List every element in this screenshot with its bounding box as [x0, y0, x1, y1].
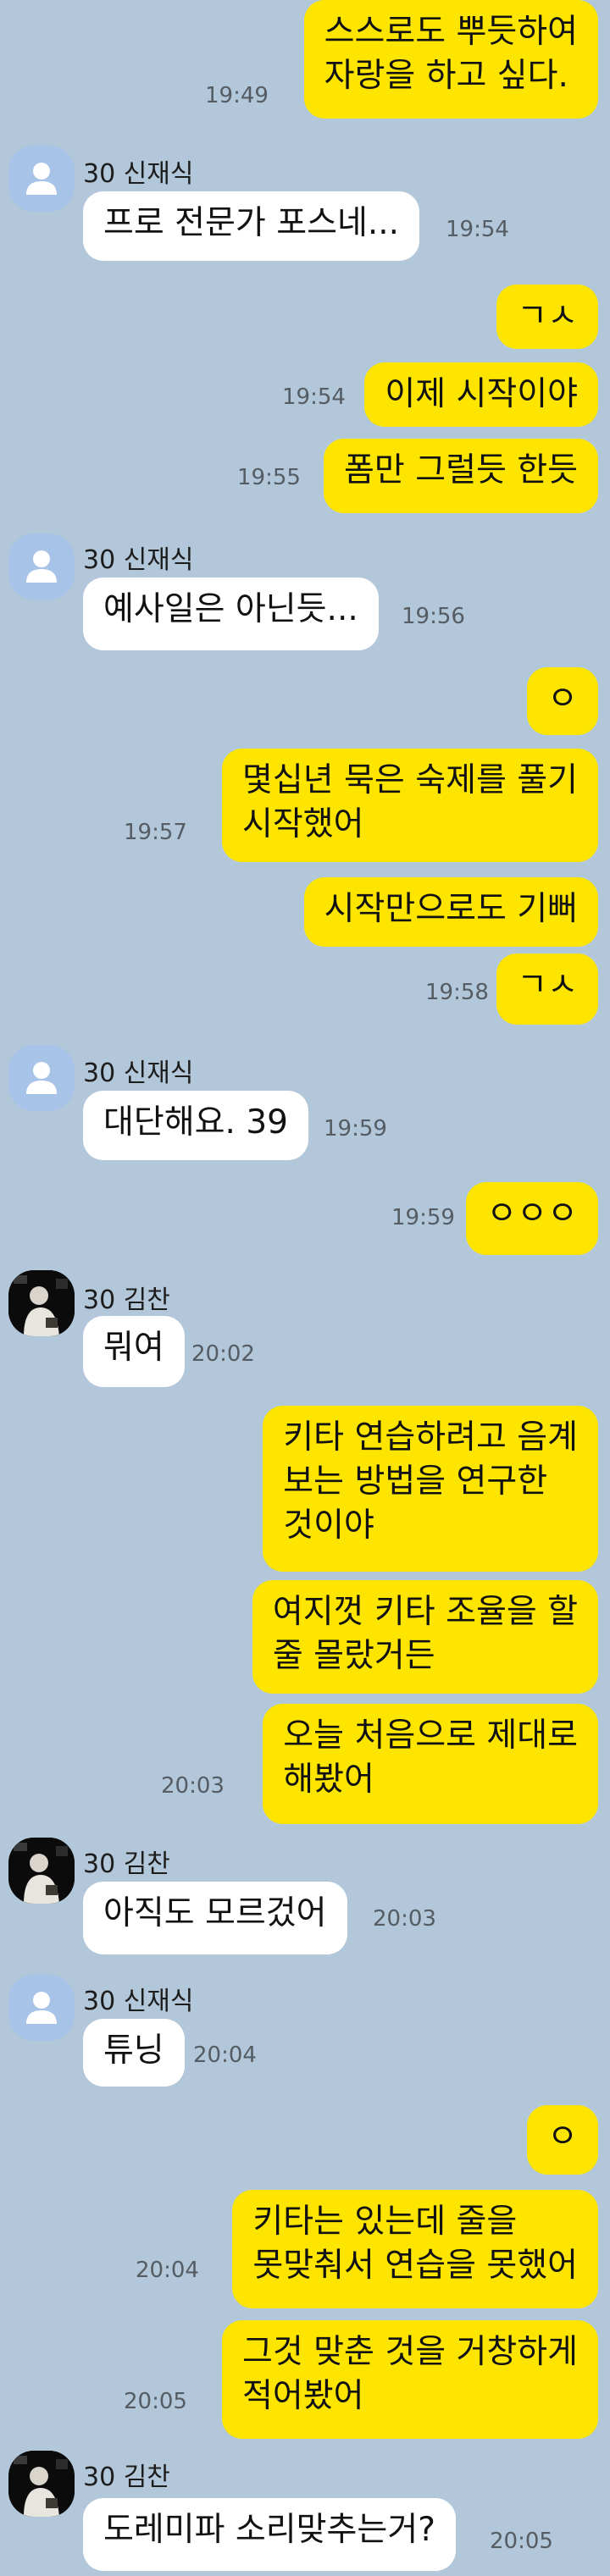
person-silhouette-icon[interactable] — [8, 1975, 75, 2041]
sender-name: 30 신재식 — [83, 1987, 194, 2016]
my-message-bubble[interactable]: 여지껏 키타 조율을 할 줄 몰랐거든 — [252, 1580, 598, 1694]
message-timestamp: 19:56 — [402, 604, 465, 629]
message-timestamp: 20:04 — [136, 2258, 199, 2283]
person-silhouette-icon[interactable] — [8, 533, 75, 600]
sender-name: 30 신재식 — [83, 545, 194, 575]
my-message-bubble[interactable]: ㅇ — [527, 667, 598, 735]
message-timestamp: 19:55 — [237, 465, 301, 490]
sender-name: 30 신재식 — [83, 159, 194, 189]
sender-name: 30 김찬 — [83, 1849, 170, 1879]
my-message-bubble[interactable]: ㄱㅅ — [496, 954, 598, 1025]
my-message-bubble[interactable]: 폼만 그럴듯 한듯 — [324, 439, 598, 513]
their-message-bubble[interactable]: 대단해요. 39 — [83, 1091, 308, 1160]
their-message-bubble[interactable]: 예사일은 아닌듯... — [83, 578, 379, 650]
message-timestamp: 20:03 — [373, 1906, 436, 1932]
my-message-bubble[interactable]: 키타 연습하려고 음계 보는 방법을 연구한 것이야 — [263, 1406, 598, 1572]
their-message-bubble[interactable]: 프로 전문가 포스네... — [83, 191, 420, 261]
chat-area[interactable]: 스스로도 뿌듯하여 자랑을 하고 싶다. 19:49 30 신재식 프로 전문가 포스… — [0, 0, 610, 2576]
person-silhouette-icon[interactable] — [8, 1045, 75, 1111]
message-timestamp: 19:59 — [391, 1205, 455, 1230]
my-message-bubble[interactable]: 키타는 있는데 줄을 못맞춰서 연습을 못했어 — [232, 2190, 598, 2308]
message-timestamp: 20:05 — [490, 2529, 553, 2554]
my-message-bubble[interactable]: 그것 맞춘 것을 거창하게 적어봤어 — [222, 2320, 598, 2439]
my-message-bubble[interactable]: ㅇ — [527, 2105, 598, 2175]
their-message-bubble[interactable]: 아직도 모르겄어 — [83, 1882, 347, 1954]
my-message-bubble[interactable]: 이제 시작이야 — [364, 362, 598, 427]
message-timestamp: 20:03 — [161, 1773, 225, 1799]
message-timestamp: 19:54 — [446, 217, 509, 242]
my-message-bubble[interactable]: 몇십년 묵은 숙제를 풀기 시작했어 — [222, 749, 598, 862]
their-message-bubble[interactable]: 도레미파 소리맞추는거? — [83, 2498, 456, 2571]
profile-photo-icon[interactable] — [8, 2451, 75, 2517]
profile-photo-icon[interactable] — [8, 1838, 75, 1904]
sender-name: 30 신재식 — [83, 1059, 194, 1088]
message-timestamp: 19:57 — [124, 820, 187, 845]
profile-photo-icon[interactable] — [8, 1270, 75, 1336]
message-timestamp: 19:49 — [205, 83, 269, 108]
message-timestamp: 19:54 — [282, 384, 346, 410]
my-message-bubble[interactable]: 오늘 처음으로 제대로 해봤어 — [263, 1704, 598, 1824]
message-timestamp: 20:04 — [193, 2043, 257, 2068]
sender-name: 30 김찬 — [83, 1285, 170, 1315]
message-timestamp: 20:05 — [124, 2389, 187, 2414]
their-message-bubble[interactable]: 튜닝 — [83, 2019, 185, 2087]
my-message-bubble[interactable]: ㄱㅅ — [496, 285, 598, 349]
message-timestamp: 19:59 — [324, 1116, 387, 1142]
their-message-bubble[interactable]: 뭐여 — [83, 1316, 185, 1387]
my-message-bubble[interactable]: 스스로도 뿌듯하여 자랑을 하고 싶다. — [303, 0, 598, 119]
person-silhouette-icon[interactable] — [8, 146, 75, 212]
message-timestamp: 19:58 — [425, 980, 489, 1005]
my-message-bubble[interactable]: 시작만으로도 기뻐 — [303, 877, 598, 947]
sender-name: 30 김찬 — [83, 2463, 170, 2492]
my-message-bubble[interactable]: ㅇㅇㅇ — [466, 1182, 598, 1255]
message-timestamp: 20:02 — [191, 1341, 255, 1367]
